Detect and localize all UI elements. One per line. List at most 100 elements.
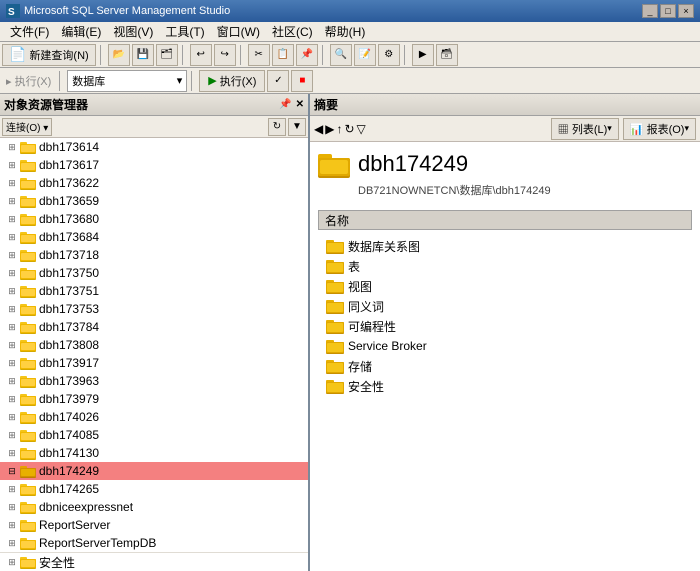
tree-item-dbh173808[interactable]: ⊞ dbh173808 [0, 336, 308, 354]
folder-icon [20, 230, 36, 244]
back-icon[interactable]: ◀ [314, 122, 323, 136]
columns-button[interactable]: ▦ 列表(L) ▾ [551, 118, 619, 140]
save-all-button[interactable]: 🗂 [156, 44, 178, 66]
db-dropdown[interactable]: 数据库 ▾ [67, 70, 187, 92]
tree-item-security[interactable]: ⊞ 安全性 [0, 553, 308, 571]
detail-item-security-right[interactable]: 安全性 [318, 376, 692, 396]
filter-icon[interactable]: ▽ [357, 122, 366, 136]
menu-community[interactable]: 社区(C) [266, 22, 319, 41]
folder-icon [20, 428, 36, 442]
maximize-button[interactable]: □ [660, 4, 676, 18]
expand-icon: ⊞ [4, 427, 20, 443]
tree-area[interactable]: ⊞ dbh173614 ⊞ dbh173617 ⊞ dbh173622 [0, 138, 308, 571]
menu-file[interactable]: 文件(F) [4, 22, 55, 41]
detail-folder-icon [326, 358, 344, 374]
folder-icon [20, 555, 36, 569]
menu-help[interactable]: 帮助(H) [319, 22, 372, 41]
tree-item-dbh173751[interactable]: ⊞ dbh173751 [0, 282, 308, 300]
connect-button[interactable]: 连接(O) ▾ [2, 118, 52, 136]
forward-icon[interactable]: ▶ [325, 122, 334, 136]
object-explorer-btn[interactable]: 🔍 [330, 44, 352, 66]
tree-item-dbh173979[interactable]: ⊞ dbh173979 [0, 390, 308, 408]
open-file-button[interactable]: 📂 [108, 44, 130, 66]
detail-folder-icon [326, 258, 344, 274]
save-button[interactable]: 💾 [132, 44, 154, 66]
tree-label: dbh173680 [39, 212, 99, 226]
folder-icon [20, 446, 36, 460]
parse-button[interactable]: ✓ [267, 70, 289, 92]
expand-icon: ⊞ [4, 337, 20, 353]
svg-text:S: S [8, 7, 15, 18]
folder-icon [20, 176, 36, 190]
reports-button[interactable]: 📊 报表(O) ▾ [623, 118, 696, 140]
detail-label: 数据库关系图 [348, 238, 420, 255]
tree-item-dbh173617[interactable]: ⊞ dbh173617 [0, 156, 308, 174]
toolbar-2: ▸ 执行(X) 数据库 ▾ ▶ 执行(X) ✓ ■ [0, 68, 700, 94]
tree-label: dbh173917 [39, 356, 99, 370]
tree-item-dbh174130[interactable]: ⊞ dbh174130 [0, 444, 308, 462]
sync-icon[interactable]: ↻ [344, 122, 354, 136]
detail-item-synonyms[interactable]: 同义词 [318, 296, 692, 316]
tree-item-dbh173784[interactable]: ⊞ dbh173784 [0, 318, 308, 336]
solution-explorer-btn[interactable]: 🗃 [436, 44, 458, 66]
menu-edit[interactable]: 编辑(E) [55, 22, 107, 41]
menu-view[interactable]: 视图(V) [107, 22, 159, 41]
tree-item-dbh173622[interactable]: ⊞ dbh173622 [0, 174, 308, 192]
stop-button[interactable]: ■ [291, 70, 313, 92]
summary-panel: 摘要 ◀ ▶ ↑ ↻ ▽ ▦ 列表(L) ▾ 📊 报表(O) ▾ [310, 94, 700, 571]
expand-icon: ⊞ [4, 391, 20, 407]
redo-button[interactable]: ↪ [214, 44, 236, 66]
tree-item-dbniceexpressnet[interactable]: ⊞ dbniceexpressnet [0, 498, 308, 516]
tree-item-dbh173680[interactable]: ⊞ dbh173680 [0, 210, 308, 228]
tree-item-dbh174085[interactable]: ⊞ dbh174085 [0, 426, 308, 444]
tree-item-dbh173917[interactable]: ⊞ dbh173917 [0, 354, 308, 372]
minimize-button[interactable]: _ [642, 4, 658, 18]
new-query-button[interactable]: 📄 新建查询(N) [2, 44, 96, 66]
tree-label-selected: dbh174249 [39, 464, 99, 478]
debug-btn[interactable]: ▶ [412, 44, 434, 66]
detail-item-programmability[interactable]: 可编程性 [318, 316, 692, 336]
tree-item-dbh173718[interactable]: ⊞ dbh173718 [0, 246, 308, 264]
template-btn[interactable]: 📝 [354, 44, 376, 66]
detail-item-storage[interactable]: 存储 [318, 356, 692, 376]
tree-item-dbh173659[interactable]: ⊞ dbh173659 [0, 192, 308, 210]
menu-window[interactable]: 窗口(W) [211, 22, 266, 41]
filter-icon-area: ◀ ▶ ↑ ↻ ▽ [314, 122, 366, 136]
tree-item-reportserver[interactable]: ⊞ ReportServer [0, 516, 308, 534]
refresh-button[interactable]: ↻ [268, 118, 286, 136]
tree-item-dbh174026[interactable]: ⊞ dbh174026 [0, 408, 308, 426]
tree-label: 安全性 [39, 554, 75, 571]
toolbar-1: 📄 新建查询(N) 📂 💾 🗂 ↩ ↪ ✂ 📋 📌 🔍 📝 ⚙ ▶ 🗃 [0, 42, 700, 68]
detail-item-views[interactable]: 视图 [318, 276, 692, 296]
tree-item-dbh173963[interactable]: ⊞ dbh173963 [0, 372, 308, 390]
folder-icon [20, 194, 36, 208]
object-explorer-header: 对象资源管理器 📌 ✕ [0, 94, 308, 116]
expand-icon: ⊞ [4, 554, 20, 570]
pin-icon[interactable]: 📌 [279, 99, 291, 110]
tree-item-dbh173614[interactable]: ⊞ dbh173614 [0, 138, 308, 156]
detail-item-db-diagram[interactable]: 数据库关系图 [318, 236, 692, 256]
filter-button[interactable]: ▼ [288, 118, 306, 136]
detail-item-service-broker[interactable]: Service Broker [318, 336, 692, 356]
menu-tools[interactable]: 工具(T) [159, 22, 210, 41]
detail-label: 同义词 [348, 298, 384, 315]
tree-item-dbh174265[interactable]: ⊞ dbh174265 [0, 480, 308, 498]
tree-item-dbh174249[interactable]: ⊟ dbh174249 [0, 462, 308, 480]
execute-button[interactable]: ▶ 执行(X) [199, 70, 265, 92]
cut-button[interactable]: ✂ [248, 44, 270, 66]
detail-item-tables[interactable]: 表 [318, 256, 692, 276]
tree-item-dbh173750[interactable]: ⊞ dbh173750 [0, 264, 308, 282]
folder-icon [20, 284, 36, 298]
copy-button[interactable]: 📋 [272, 44, 294, 66]
title-text: Microsoft SQL Server Management Studio [24, 5, 642, 17]
close-button[interactable]: × [678, 4, 694, 18]
tree-item-dbh173684[interactable]: ⊞ dbh173684 [0, 228, 308, 246]
properties-btn[interactable]: ⚙ [378, 44, 400, 66]
paste-button[interactable]: 📌 [296, 44, 318, 66]
close-panel-icon[interactable]: ✕ [296, 99, 304, 110]
tree-item-reportservertempdb[interactable]: ⊞ ReportServerTempDB [0, 534, 308, 552]
undo-button[interactable]: ↩ [190, 44, 212, 66]
folder-icon-selected [20, 464, 36, 478]
tree-item-dbh173753[interactable]: ⊞ dbh173753 [0, 300, 308, 318]
up-icon[interactable]: ↑ [336, 122, 342, 136]
